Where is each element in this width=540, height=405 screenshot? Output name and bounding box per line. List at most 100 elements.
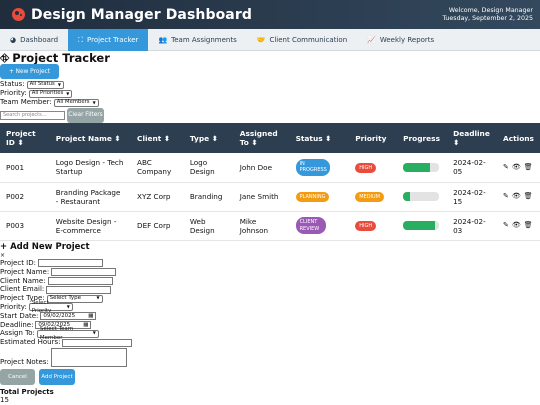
network-icon: ⛶ [78,35,83,44]
cell-deadline: 2024-02-15 [447,182,498,212]
hours-label: Estimated Hours: [0,338,61,347]
palette-icon [12,8,25,21]
handshake-icon: 🤝 [256,36,266,44]
priority-filter-value: All Priorities [31,90,64,96]
priority-filter-select[interactable]: All Priorities ▼ [28,89,73,98]
cell-client: DEF Corp [131,211,184,241]
edit-icon[interactable]: ✎ [503,221,509,230]
users-icon: 👥 [158,36,168,44]
trash-icon[interactable]: 🗑 [524,221,533,230]
chart-icon: 📈 [367,36,376,44]
total-projects-value: 15 [0,396,9,404]
cell-type: Web Design [183,211,234,241]
start-date-input[interactable]: 09/02/2025 ▦ [40,312,97,321]
cell-priority: HIGH [349,211,398,241]
col-type[interactable]: Type ⬍ [184,123,234,153]
priority-badge: MEDIUM [355,191,384,203]
eye-icon[interactable]: 👁 [512,163,521,172]
col-priority: Priority [355,133,387,143]
eye-icon[interactable]: 👁 [512,192,521,201]
col-deadline[interactable]: Deadline ⬍ [447,123,497,153]
status-badge: IN PROGRESS [295,158,330,176]
client-name-label: Client Name: [0,276,46,285]
project-id-input[interactable] [38,259,103,268]
clear-filters-button[interactable]: Clear Filters [67,108,104,123]
close-icon[interactable]: × [0,252,132,259]
trash-icon[interactable]: 🗑 [524,163,533,172]
progress-bar [403,162,440,172]
section-title: ⛗ Project Tracker [0,52,540,65]
welcome-block: Welcome, Design Manager Tuesday, Septemb… [443,7,533,23]
welcome-text: Welcome, Design Manager [448,6,533,14]
cell-status: IN PROGRESS [289,153,350,183]
col-project-id[interactable]: Project ID ⬍ [0,123,50,153]
cell-type: Branding [183,182,234,212]
chevron-down-icon: ▼ [92,330,96,336]
assign-select[interactable]: Select Team Member ▼ [36,326,99,341]
priority-select[interactable]: Select Priority▼ [28,300,73,314]
search-input[interactable]: Search projects... [0,111,65,120]
tab-label: Client Communication [269,36,348,44]
stats: Total Projects 15 [0,388,54,404]
member-filter-row: Team Member: All Members ▼ [0,98,104,107]
status-badge: PLANNING [295,191,330,203]
edit-icon[interactable]: ✎ [503,192,509,201]
tab-client-communication[interactable]: 🤝 Client Communication [247,29,357,51]
col-assigned[interactable]: Assigned To ⬍ [234,123,290,153]
main-nav: ◕ Dashboard ⛶ Project Tracker 👥 Team Ass… [0,29,540,51]
cancel-button[interactable]: Cancel [0,368,35,385]
gauge-icon: ◕ [10,36,17,44]
chevron-down-icon: ▼ [96,295,100,301]
cell-actions: ✎ 👁 🗑 [497,182,540,212]
hours-input[interactable] [62,338,133,347]
tab-project-tracker[interactable]: ⛶ Project Tracker [68,29,149,51]
status-filter-select[interactable]: All Status ▼ [26,80,64,89]
project-name-label: Project Name: [0,267,50,276]
cell-assigned: Mike Johnson [233,211,290,241]
tab-dashboard[interactable]: ◕ Dashboard [0,29,68,51]
cell-assigned: John Doe [233,153,290,183]
start-date-label: Start Date: [0,311,39,320]
chevron-down-icon: ▼ [66,91,70,96]
edit-icon[interactable]: ✎ [503,163,509,172]
notes-textarea[interactable] [50,347,127,367]
cell-assigned: Jane Smith [233,182,290,212]
tab-team-assignments[interactable]: 👥 Team Assignments [148,29,246,51]
progress-fill [403,192,411,201]
cell-name: Branding Package - Restaurant [49,182,132,212]
cell-priority: MEDIUM [349,182,398,212]
chevron-down-icon: ▼ [57,82,61,87]
add-project-button[interactable]: Add Project [39,368,75,385]
cell-actions: ✎ 👁 🗑 [497,153,540,183]
cell-progress [397,153,448,183]
member-filter-value: All Members [56,99,90,105]
tab-label: Dashboard [20,36,59,44]
new-project-button[interactable]: + New Project [0,64,59,79]
client-name-input[interactable] [47,276,113,285]
client-email-input[interactable] [46,285,112,294]
filters: Status: All Status ▼ Priority: All Priori… [0,80,104,123]
project-name-input[interactable] [51,268,117,277]
tab-label: Project Tracker [87,36,139,44]
col-project-name[interactable]: Project Name ⬍ [50,123,131,153]
cell-status: PLANNING [289,182,350,212]
notes-row: Project Notes: [0,347,132,367]
client-email-label: Client Email: [0,285,45,294]
cell-progress [397,182,448,212]
project-id-label: Project ID: [0,259,36,267]
trash-icon[interactable]: 🗑 [524,192,533,201]
notes-label: Project Notes: [0,358,49,367]
projects-table: Project ID ⬍ Project Name ⬍ Client ⬍ Typ… [0,123,540,241]
tab-weekly-reports[interactable]: 📈 Weekly Reports [357,29,444,51]
deadline-label: Deadline: [0,320,34,329]
cell-type: Logo Design [183,153,234,183]
cell-priority: HIGH [349,153,398,183]
col-client[interactable]: Client ⬍ [131,123,184,153]
search-row: Search projects... Clear Filters [0,108,104,123]
current-date: Tuesday, September 2, 2025 [442,14,533,22]
member-filter-select[interactable]: All Members ▼ [53,98,99,107]
col-progress: Progress [403,133,440,143]
col-status[interactable]: Status ⬍ [290,123,350,153]
eye-icon[interactable]: 👁 [512,221,521,230]
cell-id: P002 [0,182,50,212]
